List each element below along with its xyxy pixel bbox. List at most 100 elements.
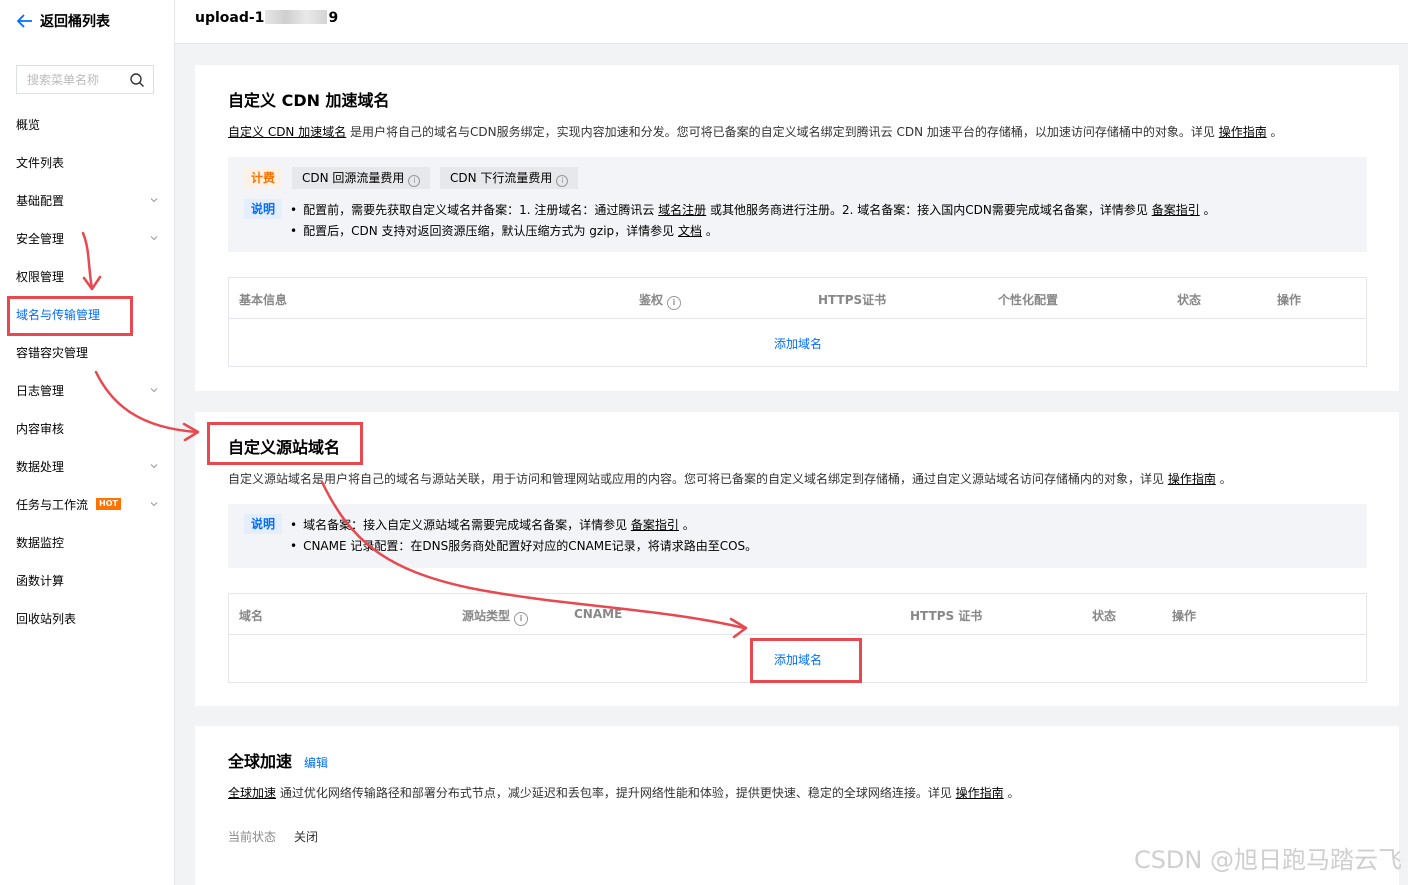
sidebar-item-monitoring[interactable]: 数据监控: [0, 523, 174, 561]
sidebar-item-permissions[interactable]: 权限管理: [0, 257, 174, 295]
sidebar-item-label: 文件列表: [16, 155, 65, 170]
sidebar-item-label: 数据监控: [16, 535, 65, 550]
back-to-bucket-list-button[interactable]: 返回桶列表: [16, 10, 110, 32]
note-text: 。: [702, 224, 718, 238]
column-header: 操作: [1172, 609, 1197, 623]
cdn-note-1: 配置前，需要先获取自定义域名并备案：1. 注册域名：通过腾讯云 域名注册 或其他…: [290, 201, 1216, 218]
edit-global-acceleration-button[interactable]: 编辑: [304, 756, 328, 770]
column-header: 个性化配置: [998, 293, 1059, 307]
note-text: 域名备案：接入自定义源站域名需要完成域名备案，详情参见: [303, 518, 631, 532]
column-header: 操作: [1277, 293, 1302, 307]
fee-downstream-label: CDN 下行流量费用: [450, 171, 553, 185]
sidebar-item-label: 任务与工作流: [16, 497, 89, 512]
origin-note-2: CNAME 记录配置：在DNS服务商处配置好对应的CNAME记录，将请求路由至C…: [290, 537, 757, 554]
sidebar-item-overview[interactable]: 概览: [0, 105, 174, 143]
origin-panel-description: 自定义源站域名是用户将自己的域名与源站关联，用于访问和管理网站或应用的内容。您可…: [228, 470, 1232, 487]
note-text: 配置后，CDN 支持对返回资源压缩，默认压缩方式为 gzip，详情参见: [303, 224, 678, 238]
icp-guide-link[interactable]: 备案指引: [631, 518, 679, 532]
sidebar-item-functions[interactable]: 函数计算: [0, 561, 174, 599]
column-auth-label: 鉴权: [639, 293, 664, 307]
arrow-left-icon: [16, 14, 32, 28]
sidebar-item-label: 函数计算: [16, 573, 65, 588]
watermark: CSDN @旭日跑马踏云飞: [1133, 846, 1402, 874]
column-origin-type-label: 源站类型: [462, 609, 511, 623]
chevron-down-icon: [150, 198, 158, 203]
chevron-down-icon: [150, 236, 158, 241]
sidebar-item-data-processing[interactable]: 数据处理: [0, 447, 174, 485]
cdn-desc-text: 是用户将自己的域名与CDN服务绑定，实现内容加速和分发。您可将已备案的自定义域名…: [346, 125, 1219, 139]
domain-register-link[interactable]: 域名注册: [658, 203, 706, 217]
sidebar-item-fault-tolerance[interactable]: 容错容灾管理: [0, 333, 174, 371]
cdn-term-link[interactable]: 自定义 CDN 加速域名: [228, 125, 346, 139]
note-text: 或其他服务商进行注册。2. 域名备案：接入国内CDN需要完成域名备案，详情参见: [706, 203, 1152, 217]
sidebar-item-recycle-bin[interactable]: 回收站列表: [0, 599, 174, 637]
sidebar-item-label: 基础配置: [16, 193, 65, 208]
note-text: 。: [1199, 203, 1216, 217]
table-header: 基本信息 鉴权 i HTTPS证书 个性化配置 状态 操作: [229, 278, 1366, 319]
chevron-down-icon: [150, 502, 158, 507]
fee-origin-traffic[interactable]: CDN 回源流量费用 i: [292, 167, 431, 189]
origin-desc-text: 自定义源站域名是用户将自己的域名与源站关联，用于访问和管理网站或应用的内容。您可…: [228, 472, 1168, 486]
fee-downstream-traffic[interactable]: CDN 下行流量费用 i: [440, 167, 579, 189]
note-text: 。: [678, 518, 695, 532]
sidebar: 返回桶列表 概览 文件列表 基础配置 安全管理 权限管理 域名与传输管理 容错容…: [0, 0, 175, 885]
sidebar-item-label: 日志管理: [16, 383, 65, 398]
chevron-down-icon: [150, 464, 158, 469]
menu-search-input[interactable]: [27, 72, 127, 87]
global-desc-end: 。: [1003, 786, 1020, 800]
bucket-name-prefix: upload-1: [195, 10, 265, 26]
global-guide-link[interactable]: 操作指南: [956, 786, 1004, 800]
sidebar-item-content-review[interactable]: 内容审核: [0, 409, 174, 447]
sidebar-item-label: 数据处理: [16, 459, 65, 474]
annotation-box-sidebar: [7, 296, 133, 336]
search-icon[interactable]: [129, 72, 145, 88]
sidebar-item-label: 安全管理: [16, 231, 65, 246]
column-header: HTTPS证书: [818, 293, 887, 307]
add-cdn-domain-button[interactable]: 添加域名: [774, 335, 822, 352]
back-label: 返回桶列表: [40, 14, 110, 30]
bucket-name-suffix: 9: [328, 10, 339, 26]
global-desc-text: 通过优化网络传输路径和部署分布式节点，减少延迟和丢包率，提升网络性能和体验，提供…: [276, 786, 956, 800]
column-header: HTTPS 证书: [910, 609, 983, 623]
cdn-panel-description: 自定义 CDN 加速域名 是用户将自己的域名与CDN服务绑定，实现内容加速和分发…: [228, 123, 1283, 140]
info-icon[interactable]: i: [514, 612, 529, 626]
hot-badge: HOT: [96, 498, 121, 510]
info-icon: i: [408, 175, 421, 187]
global-title-text: 全球加速: [228, 752, 293, 771]
cdn-notice-box: 计费 CDN 回源流量费用i CDN 下行流量费用i 说明 配置前，需要先获取自…: [228, 157, 1367, 252]
global-status-row: 当前状态 关闭: [228, 828, 318, 845]
sidebar-item-security[interactable]: 安全管理: [0, 219, 174, 257]
cdn-desc-end: 。: [1266, 125, 1283, 139]
sidebar-item-label: 概览: [16, 117, 41, 132]
cdn-panel-title: 自定义 CDN 加速域名: [228, 91, 390, 110]
sidebar-item-file-list[interactable]: 文件列表: [0, 143, 174, 181]
column-header: 状态: [1177, 293, 1202, 307]
menu-search-box: [16, 65, 154, 94]
global-panel-description: 全球加速 通过优化网络传输路径和部署分布式节点，减少延迟和丢包率，提升网络性能和…: [228, 784, 1020, 801]
origin-note-1: 域名备案：接入自定义源站域名需要完成域名备案，详情参见 备案指引 。: [290, 516, 695, 533]
cdn-guide-link[interactable]: 操作指南: [1219, 125, 1267, 139]
status-key: 当前状态: [228, 830, 277, 844]
sidebar-item-tasks-workflow[interactable]: 任务与工作流 HOT: [0, 485, 174, 523]
sidebar-item-logs[interactable]: 日志管理: [0, 371, 174, 409]
chevron-down-icon: [150, 388, 158, 393]
sidebar-item-label: 权限管理: [16, 269, 65, 284]
icp-guide-link[interactable]: 备案指引: [1152, 203, 1200, 217]
origin-guide-link[interactable]: 操作指南: [1168, 472, 1216, 486]
column-header: 基本信息: [239, 293, 288, 307]
global-panel-title: 全球加速 编辑: [228, 748, 328, 772]
global-term-link[interactable]: 全球加速: [228, 786, 276, 800]
sidebar-item-label: 容错容灾管理: [16, 345, 89, 360]
column-header: 鉴权 i: [639, 291, 682, 310]
note-tag: 说明: [244, 199, 283, 219]
column-header: 源站类型 i: [462, 607, 529, 626]
info-icon[interactable]: i: [667, 296, 682, 310]
docs-link[interactable]: 文档: [678, 224, 702, 238]
sidebar-item-label: 内容审核: [16, 421, 65, 436]
sidebar-menu: 概览 文件列表 基础配置 安全管理 权限管理 域名与传输管理 容错容灾管理 日志…: [0, 105, 174, 637]
cdn-note-2: 配置后，CDN 支持对返回资源压缩，默认压缩方式为 gzip，详情参见 文档 。: [290, 222, 718, 239]
column-header: 域名: [239, 609, 264, 623]
origin-desc-end: 。: [1215, 472, 1232, 486]
note-tag: 说明: [244, 514, 283, 534]
sidebar-item-basic-config[interactable]: 基础配置: [0, 181, 174, 219]
